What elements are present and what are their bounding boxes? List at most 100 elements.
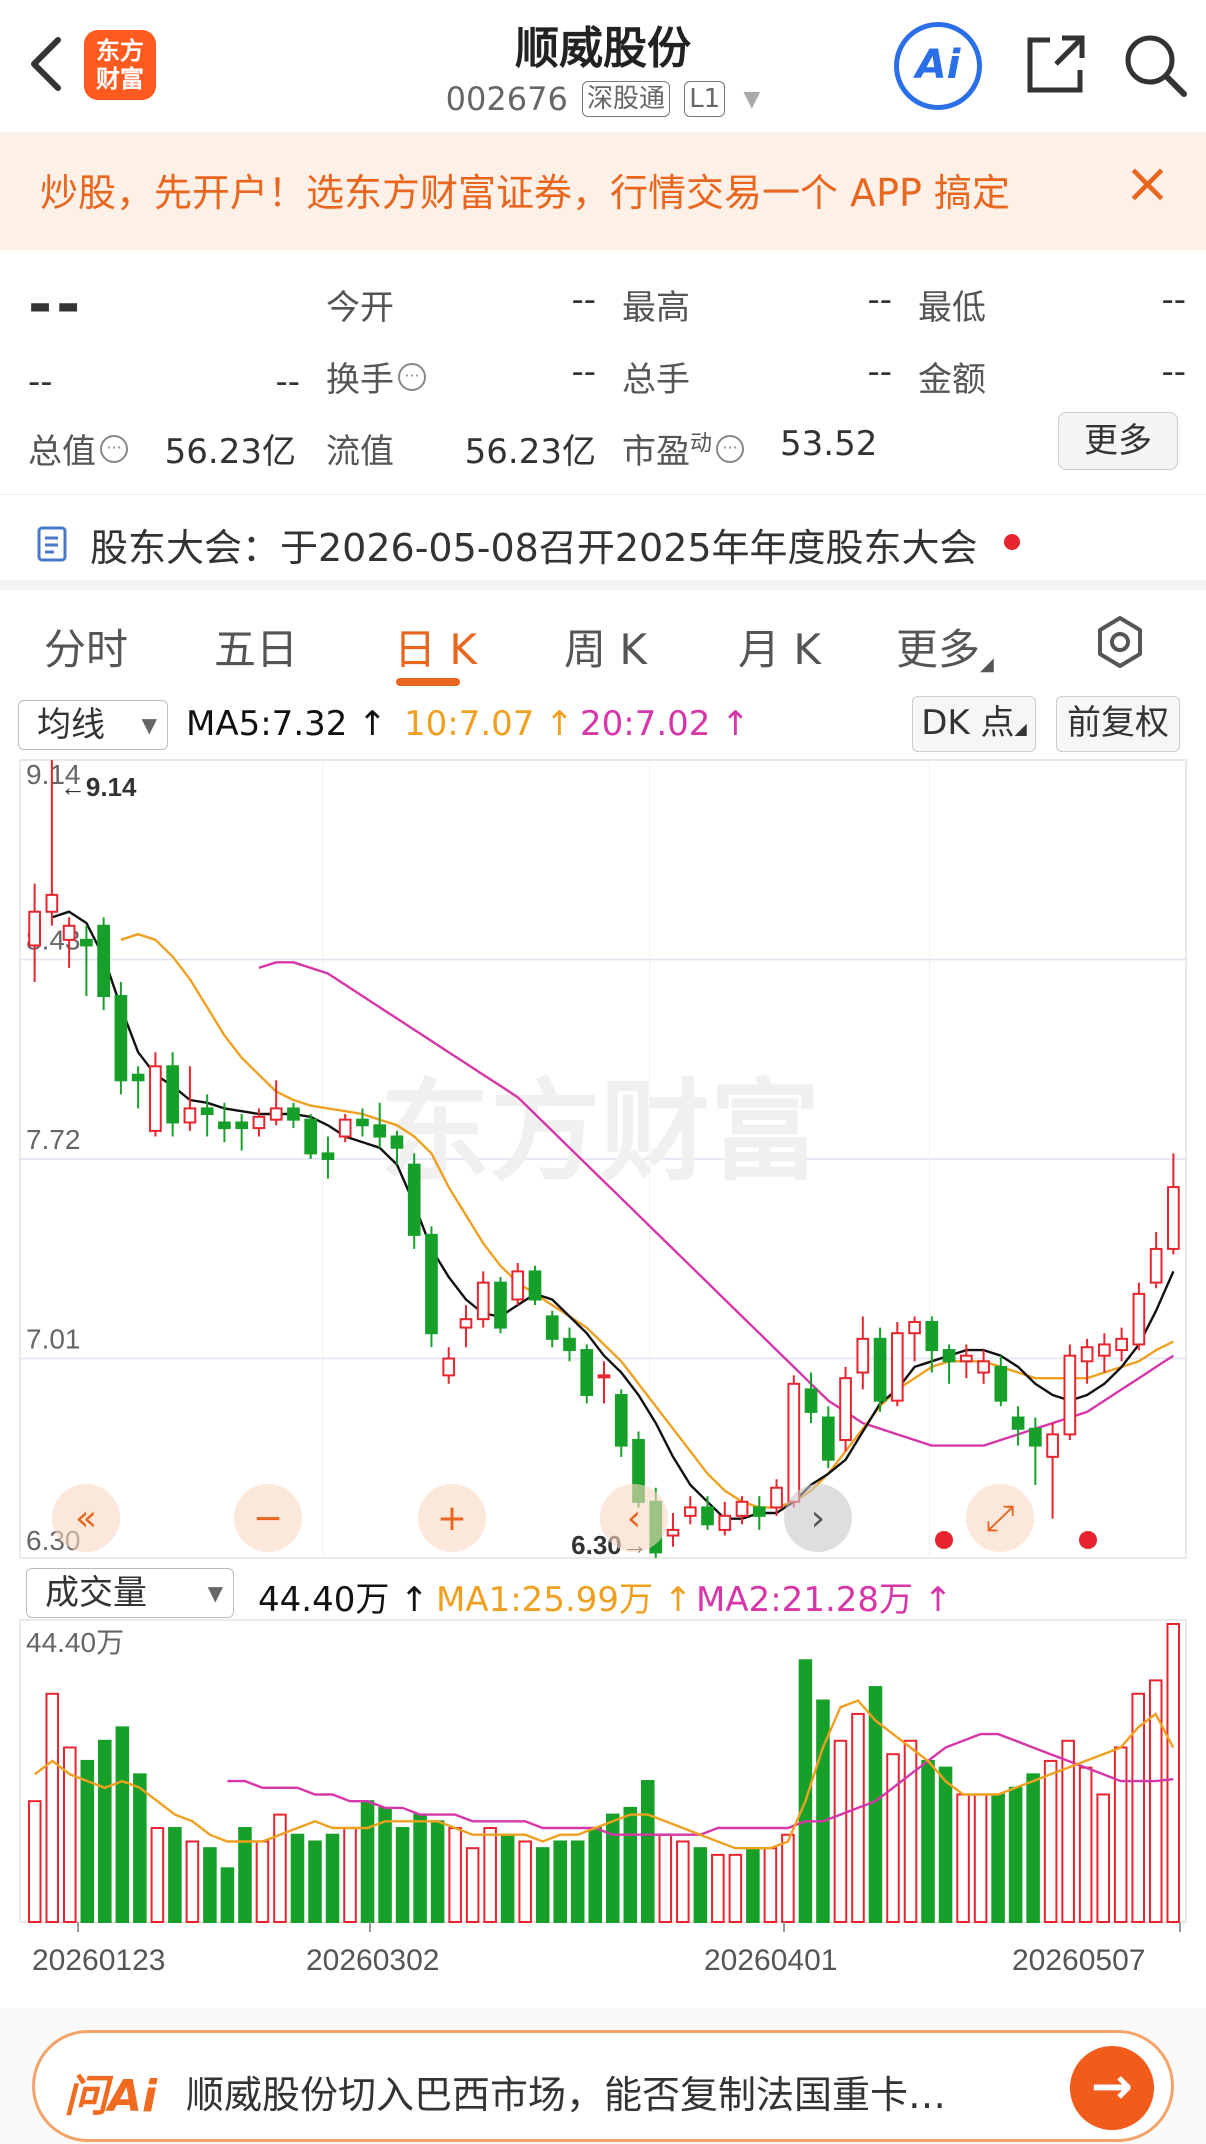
- dk-point-button[interactable]: DK 点◢: [912, 696, 1036, 752]
- volume-axis-label: 44.40万: [26, 1627, 124, 1658]
- candle-body: [80, 938, 93, 947]
- volume-bar: [378, 1806, 392, 1923]
- dropdown-caret-icon: ▼: [207, 1581, 223, 1605]
- volume-bar: [395, 1827, 410, 1923]
- more-info-icon[interactable]: ···: [398, 363, 426, 391]
- notice-bar[interactable]: 股东大会：于2026-05-08召开2025年年度股东大会: [0, 494, 1206, 590]
- volume-bar: [430, 1820, 445, 1924]
- signal-dot: [935, 1531, 953, 1549]
- candle: [407, 1153, 421, 1249]
- watermark: 东方财富: [380, 1071, 820, 1194]
- candle: [528, 1265, 542, 1306]
- share-icon: [1027, 35, 1085, 93]
- volume-bar: [255, 1840, 270, 1924]
- rewind-icon[interactable]: «: [52, 1484, 120, 1552]
- caret-down-icon: ▼: [743, 87, 761, 112]
- ma10-legend: 10:7.07 ↑: [404, 704, 574, 744]
- candle: [873, 1327, 887, 1412]
- max-price-marker: ←9.14: [60, 772, 137, 802]
- promo-banner[interactable]: 炒股，先开户！选东方财富证券，行情交易一个 APP 搞定 ×: [0, 132, 1206, 250]
- candle-body: [356, 1118, 369, 1127]
- level-tag: L1: [684, 81, 726, 117]
- more-info-icon[interactable]: ···: [716, 435, 745, 463]
- kline-chart[interactable]: 东方财富 9.148.437.727.016.30 ←9.146.30→ «− +…: [0, 750, 1206, 2008]
- more-quote-button[interactable]: 更多: [1058, 412, 1178, 470]
- prev-icon[interactable]: ‹: [600, 1484, 668, 1552]
- volume-ma1-legend: MA1:25.99万 ↑: [436, 1580, 693, 1620]
- dropdown-caret-icon: ▼: [141, 713, 157, 737]
- close-icon[interactable]: ×: [1124, 154, 1171, 214]
- candle-body: [183, 1107, 197, 1124]
- ask-ai-question[interactable]: 顺威股份切入巴西市场，能否复制法国重卡…: [186, 2064, 946, 2119]
- volume-bar: [623, 1806, 638, 1923]
- settings-button[interactable]: [1092, 614, 1148, 670]
- volume-bar: [1113, 1746, 1128, 1923]
- connect-tag: 深股通: [582, 81, 671, 117]
- control-glyph: ›: [811, 1498, 825, 1539]
- volume-bar: [746, 1847, 760, 1923]
- candle-body: [1149, 1247, 1163, 1284]
- ai-assistant-button[interactable]: Ai: [894, 22, 982, 110]
- pe-label-text: 市盈: [622, 432, 690, 472]
- zoom-in-icon[interactable]: +: [418, 1484, 486, 1552]
- share-button[interactable]: [1020, 30, 1090, 100]
- volume-bar: [168, 1827, 182, 1923]
- arrow-right-icon[interactable]: →: [1070, 2046, 1154, 2130]
- tab-five-day[interactable]: 五日: [214, 616, 298, 677]
- float-label: 流值: [326, 432, 394, 472]
- candle-body: [890, 1332, 904, 1402]
- volume-bar: [921, 1759, 935, 1924]
- candle-body: [218, 1121, 231, 1130]
- candle-body: [977, 1360, 990, 1374]
- next-icon[interactable]: ›: [784, 1484, 852, 1552]
- ma20-legend: 20:7.02 ↑: [580, 704, 750, 744]
- volume-value: --: [867, 352, 892, 392]
- volume-bar: [220, 1867, 235, 1923]
- candle-body: [338, 1118, 352, 1138]
- zoom-out-icon[interactable]: −: [234, 1484, 302, 1552]
- active-tab-indicator: [396, 678, 460, 686]
- expand-icon[interactable]: ⤢: [966, 1484, 1034, 1552]
- tab-monthly-k[interactable]: 月 K: [738, 616, 821, 677]
- tab-daily-k[interactable]: 日 K: [394, 616, 477, 677]
- candle-body: [925, 1320, 939, 1352]
- volume-bar: [781, 1833, 795, 1924]
- candle-body: [683, 1506, 697, 1517]
- date-axis: 20260123 20260302 20260401 20260507: [32, 1922, 1181, 1977]
- search-icon: [1125, 35, 1187, 97]
- candle-body: [373, 1124, 387, 1138]
- candle-body: [287, 1107, 300, 1121]
- tab-intraday[interactable]: 分时: [44, 616, 128, 677]
- volume-bar: [553, 1840, 567, 1924]
- candle-body: [1167, 1186, 1180, 1250]
- volume-bar: [991, 1793, 1005, 1923]
- indicator-select-value: 均线: [37, 705, 105, 745]
- ma5-legend: MA5:7.32 ↑: [186, 704, 387, 744]
- stock-subtitle[interactable]: 002676 深股通 L1 ▼: [380, 80, 826, 118]
- unread-dot: [1004, 534, 1020, 550]
- candle-body: [839, 1377, 852, 1441]
- back-button[interactable]: [24, 34, 68, 94]
- volume-indicator-select[interactable]: 成交量 ▼: [26, 1568, 234, 1618]
- candle-body: [580, 1349, 594, 1397]
- candle-body: [701, 1506, 714, 1526]
- pe-value: 53.52: [780, 424, 878, 464]
- search-button[interactable]: [1120, 30, 1190, 100]
- candle: [304, 1114, 318, 1159]
- volume-bar: [973, 1793, 988, 1923]
- indicator-select[interactable]: 均线 ▼: [18, 700, 168, 750]
- control-glyph: «: [75, 1498, 97, 1539]
- adjust-button[interactable]: 前复权: [1056, 696, 1180, 752]
- candle-body: [856, 1337, 870, 1374]
- candle-body: [45, 893, 59, 913]
- price-change: --: [28, 362, 53, 402]
- tab-weekly-k[interactable]: 周 K: [564, 616, 647, 677]
- candle-body: [97, 924, 110, 998]
- tab-more[interactable]: 更多◢: [896, 616, 994, 677]
- volume-bar: [956, 1793, 970, 1923]
- app-logo: 东方 财富: [84, 30, 156, 100]
- more-info-icon[interactable]: ···: [100, 435, 128, 463]
- volume-bar: [728, 1853, 743, 1924]
- dk-point-label: DK 点: [921, 703, 1015, 743]
- volume-bar: [45, 1692, 60, 1923]
